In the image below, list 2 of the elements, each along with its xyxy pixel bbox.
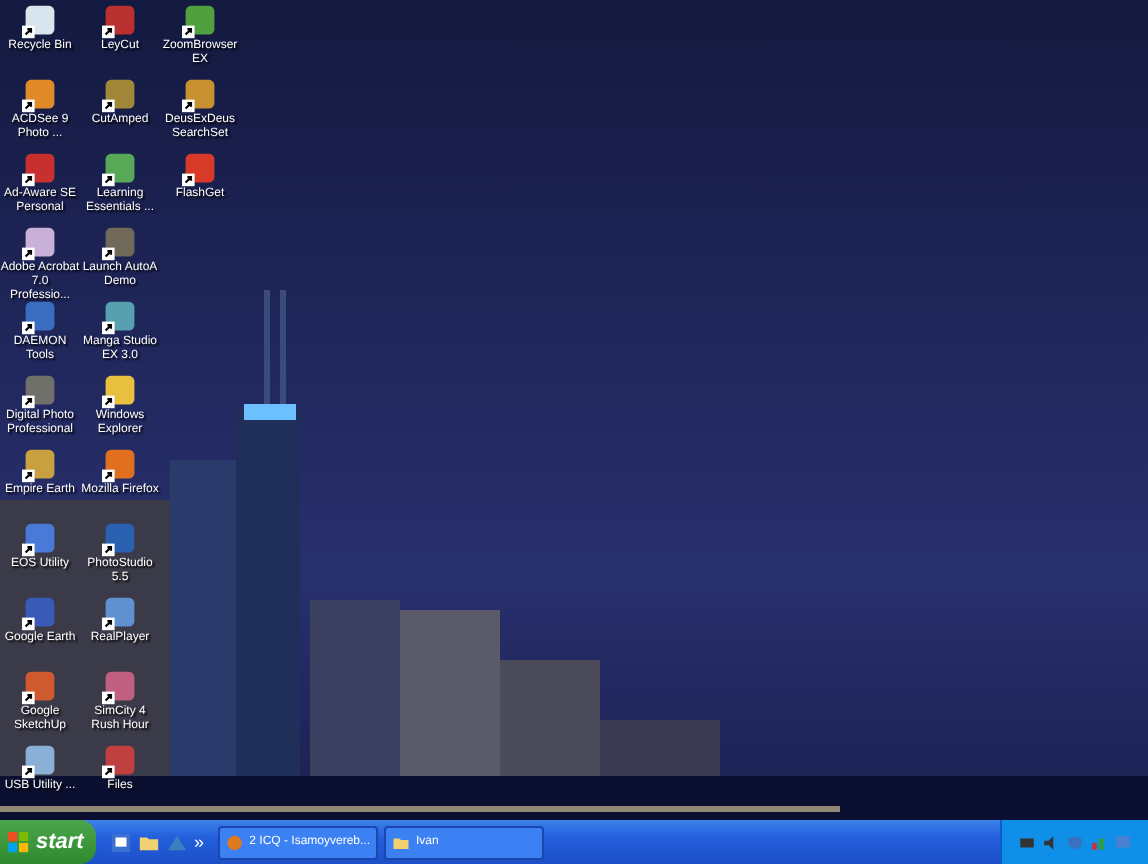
- start-button[interactable]: start: [0, 820, 96, 864]
- more-chevron[interactable]: »: [194, 832, 205, 852]
